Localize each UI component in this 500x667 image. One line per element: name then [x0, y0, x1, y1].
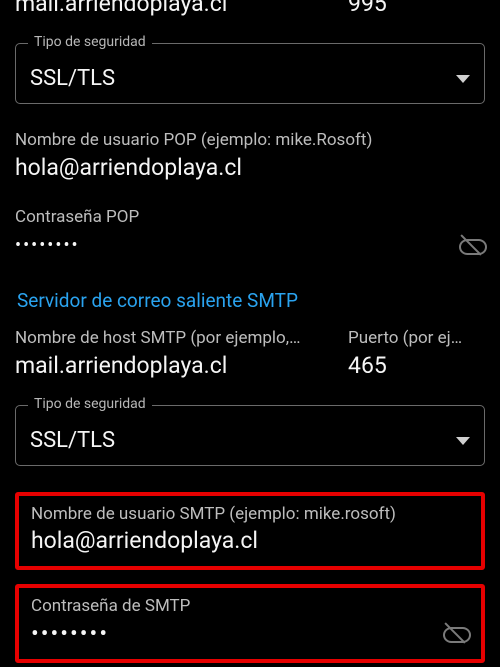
pop-security-value: SSL/TLS [30, 66, 115, 91]
pop-username-label: Nombre de usuario POP (ejemplo: mike.Ros… [15, 130, 485, 150]
pop-security-dropdown[interactable]: Tipo de seguridad SSL/TLS [15, 43, 485, 104]
visibility-off-icon[interactable] [457, 231, 485, 259]
smtp-security-value: SSL/TLS [30, 428, 115, 453]
smtp-host-label: Nombre de host SMTP (por ejemplo,… [15, 328, 330, 348]
pop-security-label: Tipo de seguridad [28, 34, 152, 50]
chevron-down-icon [456, 437, 470, 445]
visibility-off-icon[interactable] [441, 619, 469, 647]
pop-password-value[interactable]: •••••••• [15, 235, 80, 256]
smtp-password-label: Contraseña de SMTP [31, 596, 469, 616]
smtp-port-label: Puerto (por ej… [348, 328, 485, 348]
smtp-security-dropdown[interactable]: Tipo de seguridad SSL/TLS [15, 405, 485, 466]
pop-username-value[interactable]: hola@arriendoplaya.cl [15, 154, 485, 181]
pop-host-value[interactable]: mail.arriendoplaya.cl [15, 0, 330, 17]
pop-port-value[interactable]: 995 [348, 0, 485, 17]
smtp-port-value[interactable]: 465 [348, 352, 485, 379]
smtp-username-label: Nombre de usuario SMTP (ejemplo: mike.ro… [31, 504, 469, 524]
chevron-down-icon [456, 75, 470, 83]
smtp-username-highlight: Nombre de usuario SMTP (ejemplo: mike.ro… [15, 492, 485, 570]
smtp-password-highlight: Contraseña de SMTP •••••••• [15, 584, 485, 663]
pop-password-label: Contraseña POP [15, 207, 485, 227]
smtp-password-value[interactable]: •••••••• [31, 620, 109, 647]
smtp-section-header: Servidor de correo saliente SMTP [17, 289, 485, 312]
smtp-host-value[interactable]: mail.arriendoplaya.cl [15, 352, 330, 379]
smtp-username-value[interactable]: hola@arriendoplaya.cl [31, 527, 469, 554]
smtp-security-label: Tipo de seguridad [28, 396, 152, 412]
